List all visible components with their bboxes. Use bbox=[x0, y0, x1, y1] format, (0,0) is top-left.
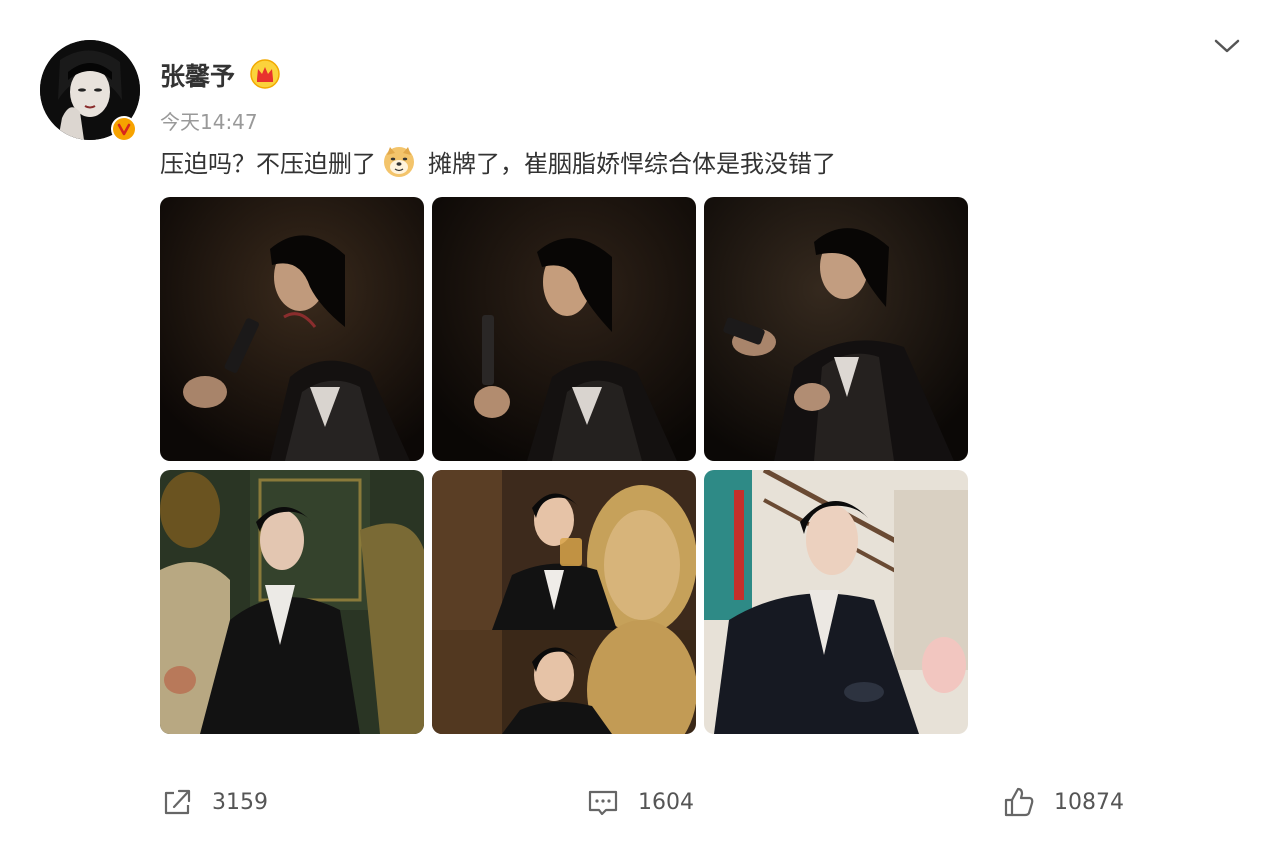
post-text-part1: 压迫吗？不压迫删了 bbox=[160, 150, 376, 178]
photo-5[interactable] bbox=[432, 470, 696, 734]
post-text: 压迫吗？不压迫删了 摊牌了，崔胭脂娇悍综合体是我没错了 bbox=[160, 144, 836, 179]
action-bar: 3159 1604 10874 bbox=[0, 780, 1286, 824]
crown-icon[interactable] bbox=[250, 59, 280, 89]
username[interactable]: 张馨予 bbox=[160, 57, 235, 93]
photo-grid bbox=[160, 197, 968, 734]
photo-4[interactable] bbox=[160, 470, 424, 734]
photo-2[interactable] bbox=[432, 197, 696, 461]
repost-button[interactable]: 3159 bbox=[160, 780, 268, 824]
comment-button[interactable]: 1604 bbox=[586, 780, 694, 824]
share-icon bbox=[164, 789, 191, 815]
photo-1[interactable] bbox=[160, 197, 424, 461]
post-timestamp[interactable]: 今天14:47 bbox=[160, 106, 258, 135]
thumbs-up-icon bbox=[1004, 787, 1034, 817]
photo-6[interactable] bbox=[704, 470, 968, 734]
doge-icon bbox=[382, 145, 416, 179]
verified-badge-icon bbox=[111, 116, 137, 142]
like-button[interactable]: 10874 bbox=[1002, 780, 1124, 824]
like-count: 10874 bbox=[1054, 789, 1124, 815]
chevron-down-icon[interactable] bbox=[1212, 34, 1242, 58]
photo-3[interactable] bbox=[704, 197, 968, 461]
comment-icon bbox=[588, 790, 618, 816]
post-text-part2: 摊牌了，崔胭脂娇悍综合体是我没错了 bbox=[428, 150, 836, 178]
repost-count: 3159 bbox=[212, 789, 268, 815]
weibo-post-card: 张馨予 今天14:47 压迫吗？不压迫删了 摊牌了，崔胭脂娇悍综合体是我没错了 … bbox=[0, 0, 1286, 844]
comment-count: 1604 bbox=[638, 789, 694, 815]
